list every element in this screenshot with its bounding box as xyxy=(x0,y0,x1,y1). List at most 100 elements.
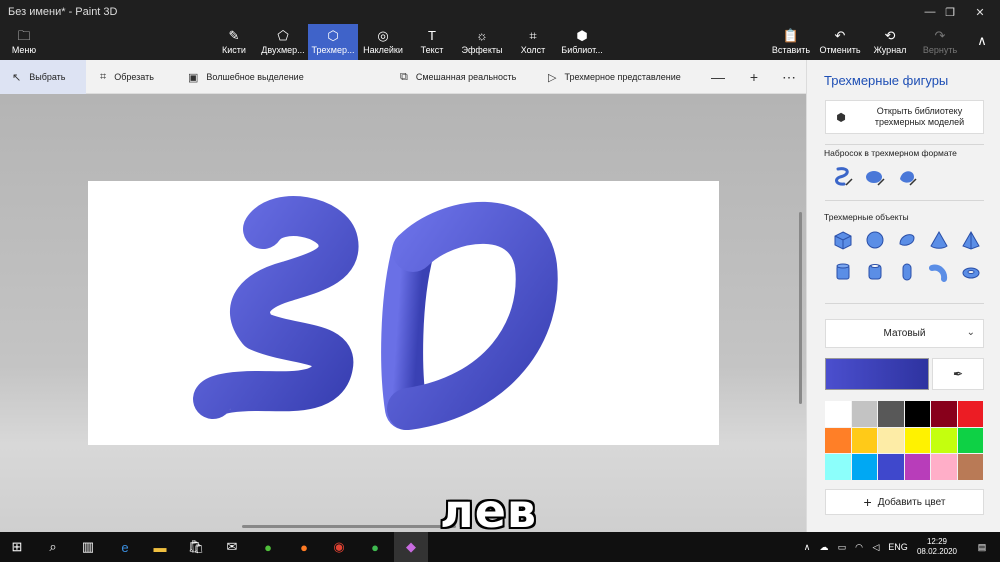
palette-swatch[interactable] xyxy=(825,401,852,428)
palette-swatch[interactable] xyxy=(851,401,878,428)
windows-start-icon[interactable]: ⊞ xyxy=(0,532,34,562)
palette-swatch[interactable] xyxy=(904,401,931,428)
tube-icon[interactable] xyxy=(859,258,891,286)
crop-label: Обрезать xyxy=(114,72,154,82)
chevron-up-icon[interactable]: ∧ xyxy=(800,532,814,562)
plus-icon: + xyxy=(863,494,872,510)
palette-swatch[interactable] xyxy=(825,427,852,455)
redo-label: Вернуть xyxy=(922,45,958,55)
hemisphere-icon[interactable] xyxy=(891,226,923,254)
palette-swatch[interactable] xyxy=(878,427,905,455)
palette-swatch[interactable] xyxy=(904,427,931,455)
taskbar: ⊞ ⌕ ▥ e ▬ 🛍 ✉ ● ● ◉ ● ◆ ∧ ☁ ▭ ◠ ◁ ENG 12… xyxy=(0,532,1000,562)
chrome-icon[interactable]: ◉ xyxy=(322,532,356,562)
store-icon[interactable]: 🛍 xyxy=(179,532,213,562)
eyedropper-button[interactable]: ✒ xyxy=(932,358,984,390)
undo-button[interactable]: ↶ Отменить xyxy=(818,24,862,60)
window-title: Без имени* - Paint 3D xyxy=(8,6,118,18)
divider xyxy=(825,144,984,145)
palette-swatch[interactable] xyxy=(851,454,878,481)
torus-icon[interactable] xyxy=(955,258,987,286)
mixed-reality-button[interactable]: ⧉ Смешанная реальность xyxy=(400,60,516,94)
tab-canvas[interactable]: ⌗ Холст xyxy=(512,24,554,60)
current-color-swatch[interactable] xyxy=(825,358,929,390)
3d-drawing[interactable] xyxy=(88,181,719,445)
file-explorer-icon[interactable]: ▬ xyxy=(143,532,177,562)
select-tool[interactable]: ↖ Выбрать xyxy=(0,60,86,94)
letter-d-bowl[interactable] xyxy=(387,201,558,430)
mail-icon[interactable]: ✉ xyxy=(215,532,249,562)
letter-d-stem[interactable] xyxy=(381,230,434,430)
green-app-icon[interactable]: ● xyxy=(358,532,392,562)
add-color-label: Добавить цвет xyxy=(877,496,946,508)
palette-swatch[interactable] xyxy=(878,454,905,481)
tube-doodle-icon[interactable] xyxy=(891,162,923,190)
view-3d-button[interactable]: ▷ Трехмерное представление xyxy=(548,60,681,94)
soft-edge-doodle-icon[interactable] xyxy=(859,162,891,190)
cloud-icon[interactable]: ☁ xyxy=(816,532,832,562)
undo-icon: ↶ xyxy=(834,28,846,43)
palette-swatch[interactable] xyxy=(904,454,931,481)
canvas[interactable] xyxy=(88,181,719,445)
redo-button[interactable]: ↷ Вернуть xyxy=(920,24,960,60)
network-icon[interactable]: ▭ xyxy=(835,532,849,562)
tab-effects[interactable]: ☼ Эффекты xyxy=(458,24,506,60)
notifications-icon[interactable]: ▤ xyxy=(972,532,992,562)
volume-icon[interactable]: ◁ xyxy=(869,532,883,562)
zoom-out-button[interactable]: — xyxy=(707,60,729,94)
tab-brushes[interactable]: ✎ Кисти xyxy=(212,24,256,60)
palette-swatch[interactable] xyxy=(825,454,852,481)
tab-library[interactable]: ⬢ Библиот... xyxy=(558,24,606,60)
pyramid-icon[interactable] xyxy=(955,226,987,254)
digit-3-shape[interactable] xyxy=(193,196,359,419)
palette-swatch[interactable] xyxy=(931,401,958,428)
cylinder-icon[interactable] xyxy=(827,258,859,286)
horizontal-scrollbar[interactable] xyxy=(242,525,456,528)
capsule-icon[interactable] xyxy=(891,258,923,286)
edge-icon[interactable]: e xyxy=(108,532,142,562)
add-color-button[interactable]: + Добавить цвет xyxy=(825,489,984,515)
tab-3d-shapes[interactable]: ⬡ Трехмер... xyxy=(308,24,358,60)
close-button[interactable]: ✕ xyxy=(962,0,998,24)
paint3d-icon[interactable]: ◆ xyxy=(394,532,428,562)
cube-icon[interactable] xyxy=(827,226,859,254)
palette-swatch[interactable] xyxy=(931,427,958,455)
task-view-icon[interactable]: ▥ xyxy=(71,532,105,562)
objects-section-label: Трехмерные объекты xyxy=(824,212,909,222)
chevron-down-icon: ⌄ xyxy=(966,327,975,338)
sharp-edge-doodle-icon[interactable] xyxy=(827,162,859,190)
firefox-icon[interactable]: ● xyxy=(287,532,321,562)
language-indicator[interactable]: ENG xyxy=(886,532,910,562)
tab-2d-shapes[interactable]: ⬠ Двухмер... xyxy=(258,24,308,60)
collapse-ribbon-button[interactable]: ∧ xyxy=(970,24,994,60)
material-select[interactable]: Матовый ⌄ xyxy=(825,319,984,348)
palette-swatch[interactable] xyxy=(957,427,984,455)
library-icon: ⬢ xyxy=(836,111,846,124)
tab-stickers[interactable]: ◎ Наклейки xyxy=(358,24,408,60)
cone-icon[interactable] xyxy=(923,226,955,254)
tab-text[interactable]: T Текст xyxy=(412,24,452,60)
utorrent-icon[interactable]: ● xyxy=(251,532,285,562)
magic-select-tool[interactable]: ▣ Волшебное выделение xyxy=(188,60,304,94)
palette-swatch[interactable] xyxy=(957,454,984,481)
undo-label: Отменить xyxy=(819,45,861,55)
clock[interactable]: 12:29 08.02.2020 xyxy=(912,537,962,557)
zoom-in-button[interactable]: + xyxy=(743,60,765,94)
open-3d-library-button[interactable]: ⬢ Открыть библиотеку трехмерных моделей xyxy=(825,100,984,134)
wifi-icon[interactable]: ◠ xyxy=(852,532,866,562)
palette-swatch[interactable] xyxy=(851,427,878,455)
palette-swatch[interactable] xyxy=(878,401,905,428)
crop-tool[interactable]: ⌗ Обрезать xyxy=(100,60,154,94)
palette-swatch[interactable] xyxy=(957,401,984,428)
curved-tube-icon[interactable] xyxy=(923,258,955,286)
more-options-button[interactable]: ⋯ xyxy=(778,60,800,94)
search-icon[interactable]: ⌕ xyxy=(36,532,70,562)
folder-icon: 🗀 xyxy=(17,28,31,43)
paste-button[interactable]: 📋 Вставить xyxy=(770,24,812,60)
sphere-icon[interactable] xyxy=(859,226,891,254)
paste-icon: 📋 xyxy=(782,28,800,43)
palette-swatch[interactable] xyxy=(931,454,958,481)
history-button[interactable]: ⟲ Журнал xyxy=(870,24,910,60)
vertical-scrollbar[interactable] xyxy=(799,212,802,404)
menu-button[interactable]: 🗀 Меню xyxy=(4,24,44,60)
